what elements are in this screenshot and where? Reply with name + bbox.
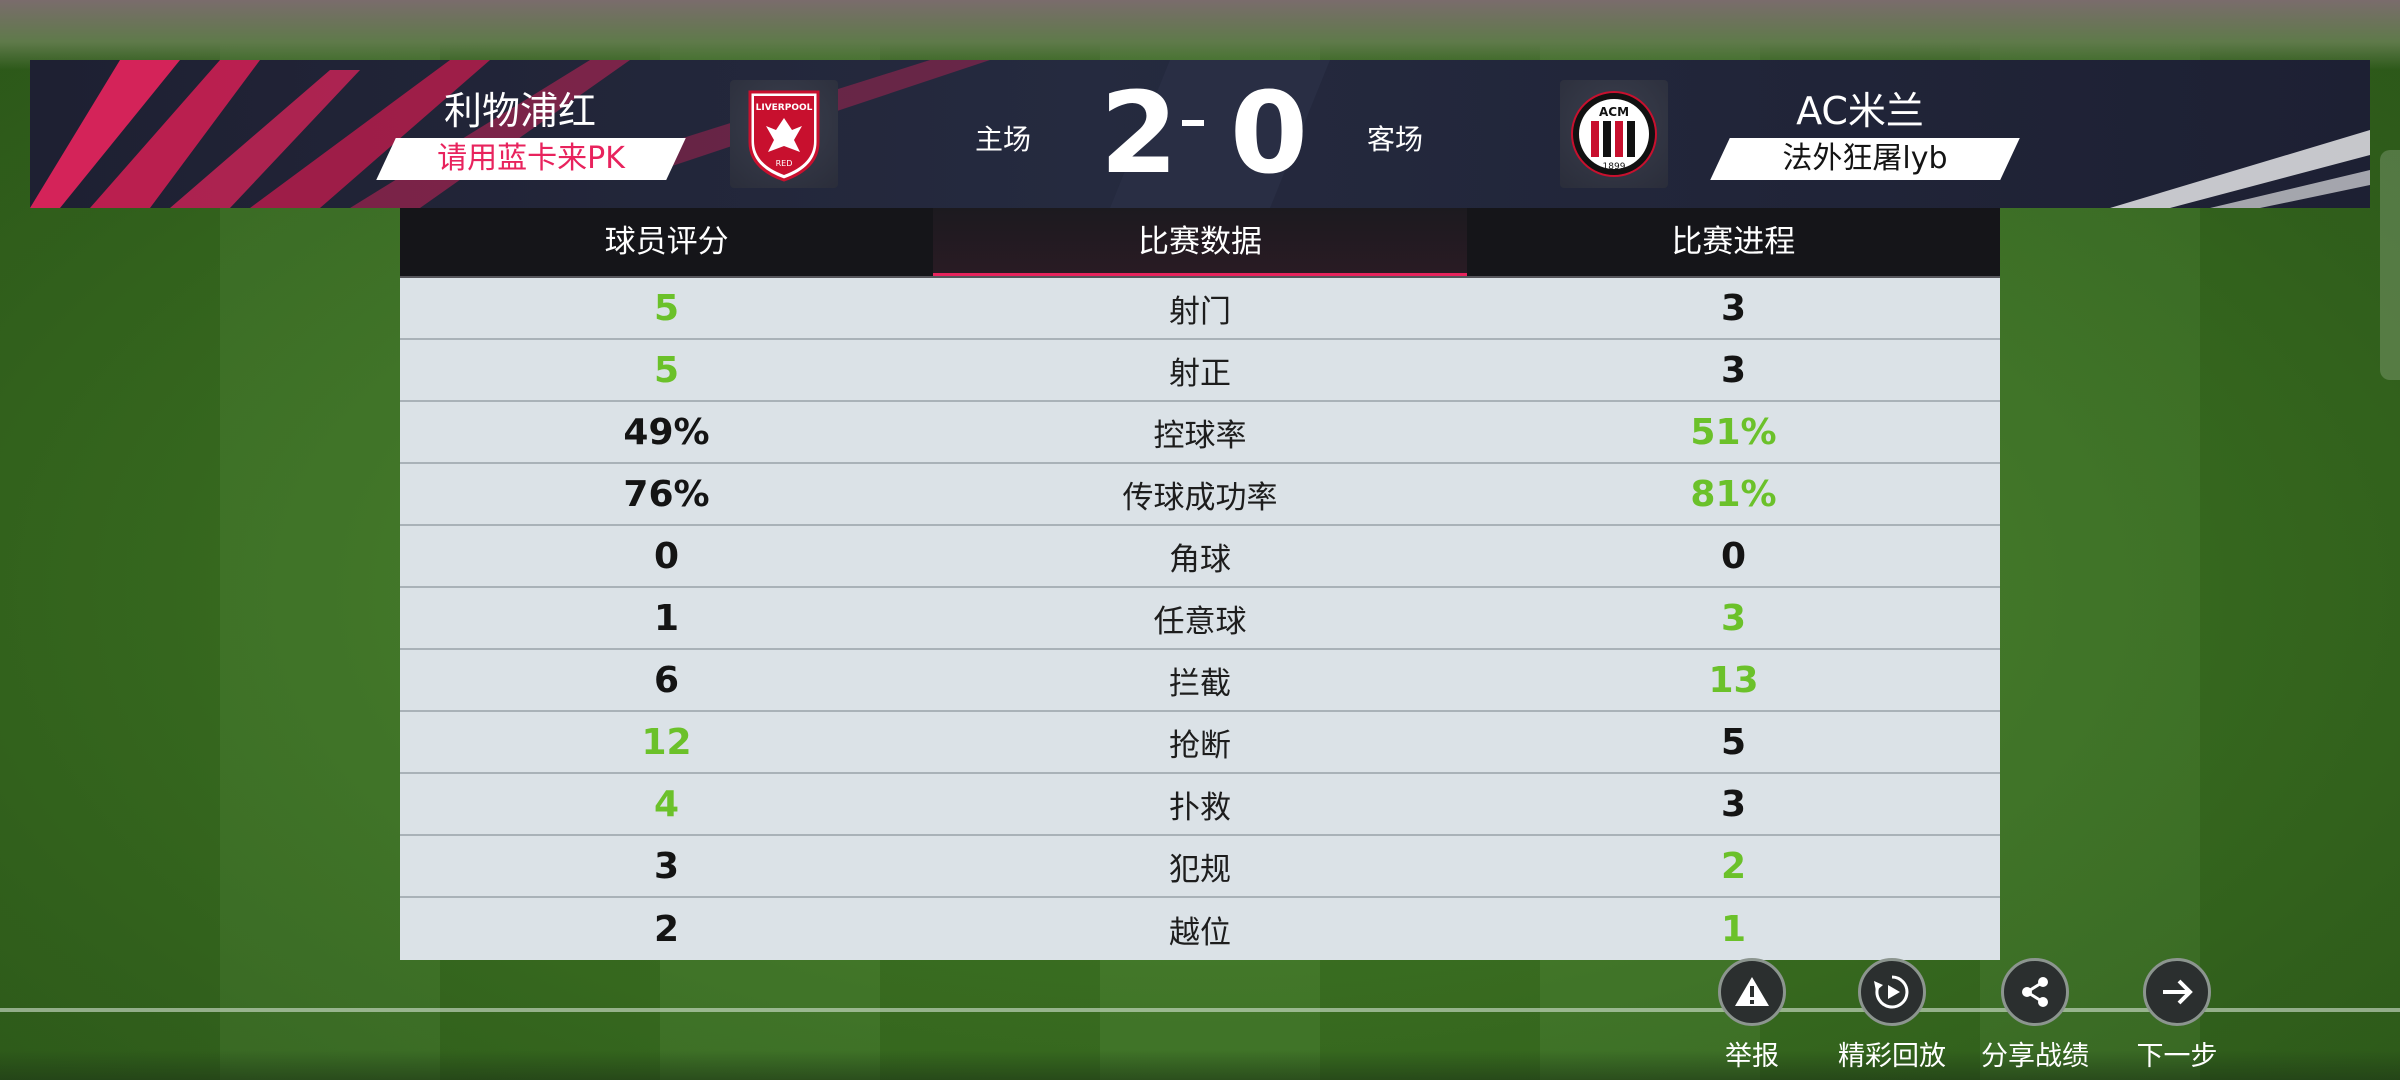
stat-label: 角球 xyxy=(1169,541,1231,578)
home-stat-value: 3 xyxy=(653,845,680,887)
ac-milan-crest-icon: ACM 1899 xyxy=(1571,91,1657,177)
tab-match-timeline[interactable]: 比赛进程 xyxy=(1467,208,2000,278)
share-label: 分享战绩 xyxy=(1981,1041,2089,1072)
home-player-tag: 请用蓝卡来PK xyxy=(376,138,686,180)
away-stat-value: 2 xyxy=(1720,845,1747,887)
home-stat-value: 76% xyxy=(623,473,710,515)
stat-label: 拦截 xyxy=(1169,665,1231,702)
ac-milan-crest: ACM 1899 xyxy=(1560,80,1668,188)
svg-text:ACM: ACM xyxy=(1599,105,1629,119)
home-stat-value: 1 xyxy=(653,597,680,639)
home-score: 2 xyxy=(1100,69,1178,199)
stat-label: 射门 xyxy=(1169,293,1231,330)
home-stat-value: 0 xyxy=(653,535,680,577)
side-panel-handle[interactable] xyxy=(2380,150,2400,380)
svg-text:1899: 1899 xyxy=(1603,162,1626,172)
away-label: 客场 xyxy=(1367,123,1424,156)
svg-text:RED: RED xyxy=(776,159,793,168)
table-row: 12 抢断 5 xyxy=(400,712,2000,774)
away-stat-value: 81% xyxy=(1690,473,1777,515)
score-separator xyxy=(1182,120,1204,126)
tab-match-stats[interactable]: 比赛数据 xyxy=(933,208,1467,278)
stat-label: 越位 xyxy=(1169,914,1231,951)
table-row: 3 犯规 2 xyxy=(400,836,2000,898)
away-stat-value: 13 xyxy=(1708,659,1759,701)
table-row: 2 越位 1 xyxy=(400,898,2000,960)
warning-icon xyxy=(1718,958,1786,1026)
home-stat-value: 49% xyxy=(623,411,710,453)
home-stat-value: 12 xyxy=(641,721,692,763)
svg-text:LIVERPOOL: LIVERPOOL xyxy=(756,103,813,113)
away-stat-value: 3 xyxy=(1720,783,1747,825)
home-stat-value: 5 xyxy=(653,287,680,329)
next-step-label: 下一步 xyxy=(2136,1041,2218,1072)
next-step-button[interactable]: 下一步 xyxy=(2112,958,2242,1073)
home-stat-value: 6 xyxy=(653,659,680,701)
home-label: 主场 xyxy=(975,123,1032,156)
home-team-name: 利物浦红 xyxy=(443,89,596,133)
away-stat-value: 51% xyxy=(1690,411,1777,453)
away-stat-value: 3 xyxy=(1720,287,1747,329)
scoreboard-banner: 利物浦红 请用蓝卡来PK LIVERPOOL RED 主场 2 0 客场 ACM… xyxy=(30,60,2370,208)
away-player-tag: 法外狂屠lyb xyxy=(1710,138,2020,180)
table-row: 5 射正 3 xyxy=(400,340,2000,402)
table-row: 1 任意球 3 xyxy=(400,588,2000,650)
report-button[interactable]: 举报 xyxy=(1687,958,1817,1073)
table-row: 6 拦截 13 xyxy=(400,650,2000,712)
table-row: 0 角球 0 xyxy=(400,526,2000,588)
away-player-name: 法外狂屠lyb xyxy=(1782,141,1948,176)
stat-label: 犯规 xyxy=(1169,851,1231,888)
home-stat-value: 5 xyxy=(653,349,680,391)
home-stat-value: 2 xyxy=(653,908,680,950)
table-row: 49% 控球率 51% xyxy=(400,402,2000,464)
away-stat-value: 3 xyxy=(1720,349,1747,391)
away-stat-value: 1 xyxy=(1720,908,1747,950)
home-stat-value: 4 xyxy=(653,783,680,825)
share-record-button[interactable]: 分享战绩 xyxy=(1970,958,2100,1073)
liverpool-crest-icon: LIVERPOOL RED xyxy=(748,90,820,182)
stats-tab-bar: 球员评分 比赛数据 比赛进程 xyxy=(400,208,2000,278)
stat-label: 抢断 xyxy=(1169,727,1231,764)
match-stats-table: 5 射门 3 5 射正 3 49% 控球率 51% 76% 传球成功率 81% … xyxy=(400,278,2000,960)
share-icon xyxy=(2001,958,2069,1026)
table-row: 5 射门 3 xyxy=(400,278,2000,340)
away-team-name: AC米兰 xyxy=(1796,89,1924,133)
stat-label: 控球率 xyxy=(1153,417,1247,454)
away-stat-value: 5 xyxy=(1720,721,1747,763)
replay-label: 精彩回放 xyxy=(1838,1041,1946,1072)
away-score: 0 xyxy=(1230,69,1308,199)
home-player-name: 请用蓝卡来PK xyxy=(437,141,625,176)
table-row: 4 扑救 3 xyxy=(400,774,2000,836)
stat-label: 任意球 xyxy=(1153,603,1247,640)
arrow-right-icon xyxy=(2143,958,2211,1026)
stat-label: 扑救 xyxy=(1169,789,1231,826)
away-stat-value: 0 xyxy=(1720,535,1747,577)
tab-player-ratings[interactable]: 球员评分 xyxy=(400,208,933,278)
stat-label: 传球成功率 xyxy=(1122,479,1278,516)
away-stat-value: 3 xyxy=(1720,597,1747,639)
report-label: 举报 xyxy=(1725,1041,1779,1072)
liverpool-crest: LIVERPOOL RED xyxy=(730,80,838,188)
highlights-replay-button[interactable]: 精彩回放 xyxy=(1827,958,1957,1073)
replay-icon xyxy=(1858,958,1926,1026)
stat-label: 射正 xyxy=(1169,355,1231,392)
table-row: 76% 传球成功率 81% xyxy=(400,464,2000,526)
